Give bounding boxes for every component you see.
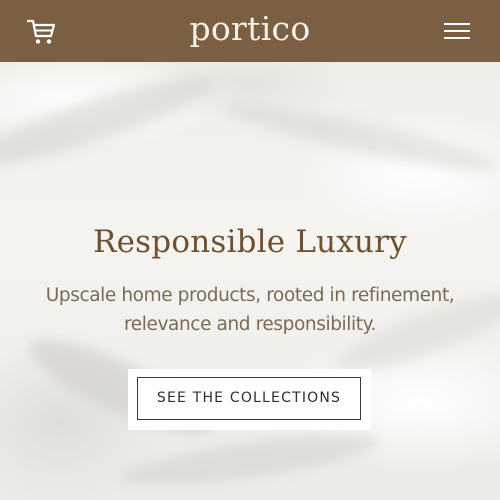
background-fabric-fold (0, 62, 220, 182)
hero-headline: Responsible Luxury (93, 224, 407, 260)
brand-logo[interactable]: portico (0, 6, 500, 52)
hero-banner: Responsible Luxury Upscale home products… (0, 62, 500, 500)
hamburger-menu-button[interactable] (441, 19, 473, 43)
site-header: portico (0, 0, 500, 62)
hamburger-menu-icon (444, 23, 470, 25)
background-fabric-fold (219, 93, 500, 181)
hamburger-line (444, 30, 470, 32)
see-collections-button[interactable]: SEE THE COLLECTIONS (137, 377, 361, 420)
hero-tagline: Upscale home products, rooted in refinem… (45, 285, 455, 335)
cta-backdrop: SEE THE COLLECTIONS (128, 369, 371, 430)
hamburger-line (444, 37, 470, 39)
background-fabric-fold (118, 424, 382, 496)
